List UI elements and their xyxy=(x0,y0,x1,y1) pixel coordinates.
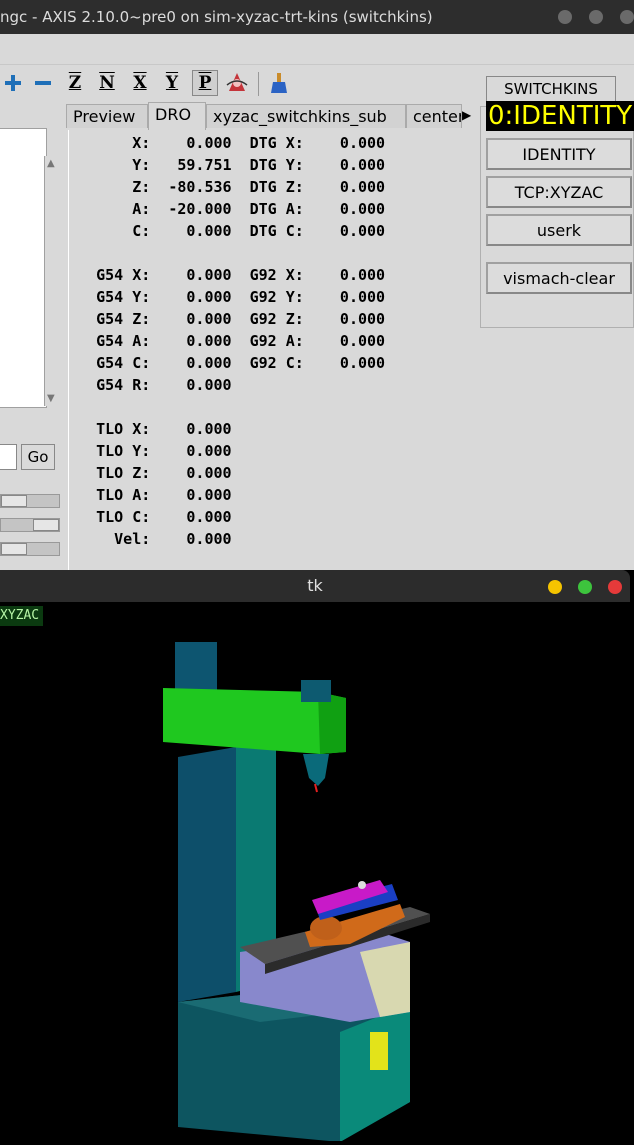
switchkins-header: SWITCHKINS xyxy=(486,76,616,102)
vismach-clear-button[interactable]: vismach-clear xyxy=(486,262,632,294)
dro-panel: X: 0.000 DTG X: 0.000 Y: 59.751 DTG Y: 0… xyxy=(68,130,477,570)
dro-line: G54 Z: 0.000 G92 Z: 0.000 xyxy=(69,310,386,328)
zoom-out-icon[interactable] xyxy=(30,70,56,96)
view-z2-button[interactable]: N xyxy=(94,70,120,96)
close-icon[interactable] xyxy=(620,10,634,24)
slider-knob[interactable] xyxy=(33,519,59,531)
view-y-button[interactable]: Y xyxy=(159,70,185,96)
kins-mode-label: XYZAC xyxy=(0,606,44,626)
notebook-tabs: Preview DRO xyzac_switchkins_sub center … xyxy=(66,102,474,130)
go-button[interactable]: Go xyxy=(21,444,55,470)
view-p-button[interactable]: P xyxy=(192,70,218,96)
dro-line: TLO Y: 0.000 xyxy=(69,442,232,460)
slider-knob[interactable] xyxy=(1,495,27,507)
tab-scroll-right-icon[interactable]: ▶ xyxy=(462,108,471,122)
dro-line: TLO Z: 0.000 xyxy=(69,464,232,482)
view-y-label: Y xyxy=(165,73,179,93)
axis-window-title: ngc - AXIS 2.10.0~pre0 on sim-xyzac-trt-… xyxy=(0,8,433,26)
zoom-in-icon[interactable] xyxy=(0,70,26,96)
tcp-xyzac-button[interactable]: TCP:XYZAC xyxy=(486,176,632,208)
scroll-up-icon[interactable]: ▲ xyxy=(47,158,55,169)
view-x-label: X xyxy=(133,73,147,93)
dro-line: G54 R: 0.000 xyxy=(69,376,232,394)
scroll-down-icon[interactable]: ▼ xyxy=(47,393,55,404)
feed-override-slider[interactable] xyxy=(0,494,60,508)
history-scrollbar[interactable]: ▲ ▼ xyxy=(44,156,59,406)
slider-knob[interactable] xyxy=(1,543,27,555)
tk-titlebar: tk xyxy=(0,570,630,602)
tab-center[interactable]: center xyxy=(406,104,462,128)
view-z2-label: N xyxy=(99,73,115,93)
tab-preview[interactable]: Preview xyxy=(66,104,148,128)
mdi-history-list[interactable] xyxy=(0,128,47,408)
dro-line: TLO A: 0.000 xyxy=(69,486,232,504)
rapid-override-slider[interactable] xyxy=(0,518,60,532)
userk-button[interactable]: userk xyxy=(486,214,632,246)
tk-window: tk XYZAC xyxy=(0,570,634,1142)
view-z-label: Z xyxy=(68,73,82,93)
dro-line: TLO C: 0.000 xyxy=(69,508,232,526)
machine-model xyxy=(163,642,430,1142)
base-marker xyxy=(370,1032,388,1070)
dro-line: Y: 59.751 DTG Y: 0.000 xyxy=(69,156,386,174)
view-z-button[interactable]: Z xyxy=(62,70,88,96)
mdi-command-input[interactable] xyxy=(0,444,17,470)
rotate-view-icon[interactable] xyxy=(224,70,250,96)
dro-line: TLO X: 0.000 xyxy=(69,420,232,438)
maximize-icon[interactable] xyxy=(589,10,603,24)
view-x-button[interactable]: X xyxy=(127,70,153,96)
tab-xyzac-switchkins-sub[interactable]: xyzac_switchkins_sub xyxy=(206,104,406,128)
dro-line: C: 0.000 DTG C: 0.000 xyxy=(69,222,386,240)
menu-bar xyxy=(0,34,634,65)
jog-speed-slider[interactable] xyxy=(0,542,60,556)
close-icon[interactable] xyxy=(608,580,622,594)
tk-window-title: tk xyxy=(307,576,323,595)
toolbar-separator xyxy=(258,72,259,96)
view-p-label: P xyxy=(198,73,212,93)
clear-plot-icon[interactable] xyxy=(266,70,292,96)
axis-titlebar: ngc - AXIS 2.10.0~pre0 on sim-xyzac-trt-… xyxy=(0,0,634,34)
identity-button[interactable]: IDENTITY xyxy=(486,138,632,170)
dro-line: G54 A: 0.000 G92 A: 0.000 xyxy=(69,332,386,350)
dro-line: G54 X: 0.000 G92 X: 0.000 xyxy=(69,266,386,284)
dro-line: G54 C: 0.000 G92 C: 0.000 xyxy=(69,354,386,372)
dro-line: Vel: 0.000 xyxy=(69,530,232,548)
dro-line: Z: -80.536 DTG Z: 0.000 xyxy=(69,178,386,196)
kins-status-label: 0:IDENTITY xyxy=(486,101,634,131)
maximize-icon[interactable] xyxy=(578,580,592,594)
spindle xyxy=(303,754,329,786)
tab-dro[interactable]: DRO xyxy=(148,102,206,130)
toolbar: Z N X Y P xyxy=(0,68,475,102)
dro-line: X: 0.000 DTG X: 0.000 xyxy=(69,134,386,152)
column xyxy=(178,747,236,1002)
dro-line: G54 Y: 0.000 G92 Y: 0.000 xyxy=(69,288,386,306)
dro-line: A: -20.000 DTG A: 0.000 xyxy=(69,200,386,218)
vismach-canvas[interactable]: XYZAC xyxy=(0,602,634,1142)
minimize-icon[interactable] xyxy=(558,10,572,24)
minimize-icon[interactable] xyxy=(548,580,562,594)
